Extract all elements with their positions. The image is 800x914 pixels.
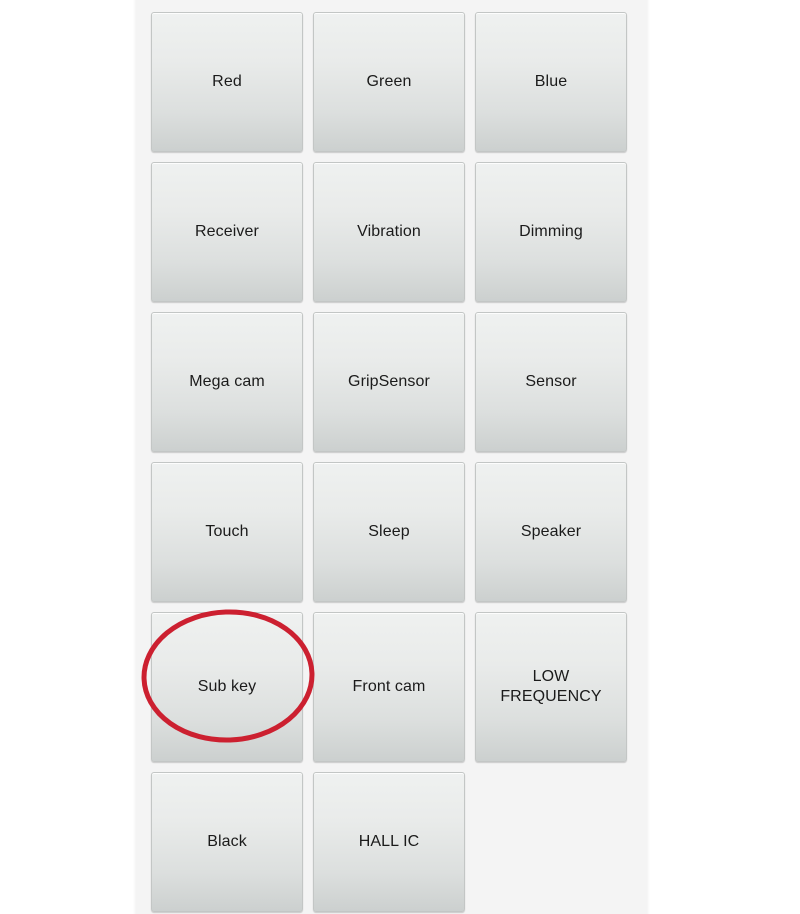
tile-label: Black [207,833,247,850]
tile-hall-ic[interactable]: HALL IC [313,772,465,912]
tile-sub-key[interactable]: Sub key [151,612,303,762]
tile-blue[interactable]: Blue [475,12,627,152]
tile-speaker[interactable]: Speaker [475,462,627,602]
tile-label: Green [366,73,412,90]
tile-label: Sleep [368,523,410,540]
tile-grip-sensor[interactable]: GripSensor [313,312,465,452]
tile-label: Receiver [195,223,259,240]
tile-label: LOW FREQUENCY [500,668,602,705]
tile-label: Sensor [525,373,577,390]
tile-receiver[interactable]: Receiver [151,162,303,302]
tile-label: Mega cam [189,373,265,390]
tile-low-frequency[interactable]: LOW FREQUENCY [475,612,627,762]
tile-sensor[interactable]: Sensor [475,312,627,452]
tile-label: Dimming [519,223,583,240]
test-item-grid: Red Green Blue Receiver Vibration Dimmin… [151,12,628,912]
hardware-test-panel: Red Green Blue Receiver Vibration Dimmin… [133,0,650,914]
tile-label: Touch [205,523,249,540]
tile-label: Blue [534,73,568,90]
tile-label: Red [212,73,242,90]
tile-red[interactable]: Red [151,12,303,152]
tile-vibration[interactable]: Vibration [313,162,465,302]
tile-touch[interactable]: Touch [151,462,303,602]
tile-front-cam[interactable]: Front cam [313,612,465,762]
tile-label: Speaker [520,523,582,540]
grid-empty-cell [475,772,627,912]
tile-label: Vibration [357,223,421,240]
tile-label: Front cam [352,678,426,695]
tile-green[interactable]: Green [313,12,465,152]
tile-sleep[interactable]: Sleep [313,462,465,602]
tile-mega-cam[interactable]: Mega cam [151,312,303,452]
tile-label: HALL IC [358,833,420,850]
tile-black[interactable]: Black [151,772,303,912]
tile-label: Sub key [197,678,257,695]
tile-label: GripSensor [348,373,430,390]
screen: Red Green Blue Receiver Vibration Dimmin… [0,0,800,914]
tile-dimming[interactable]: Dimming [475,162,627,302]
